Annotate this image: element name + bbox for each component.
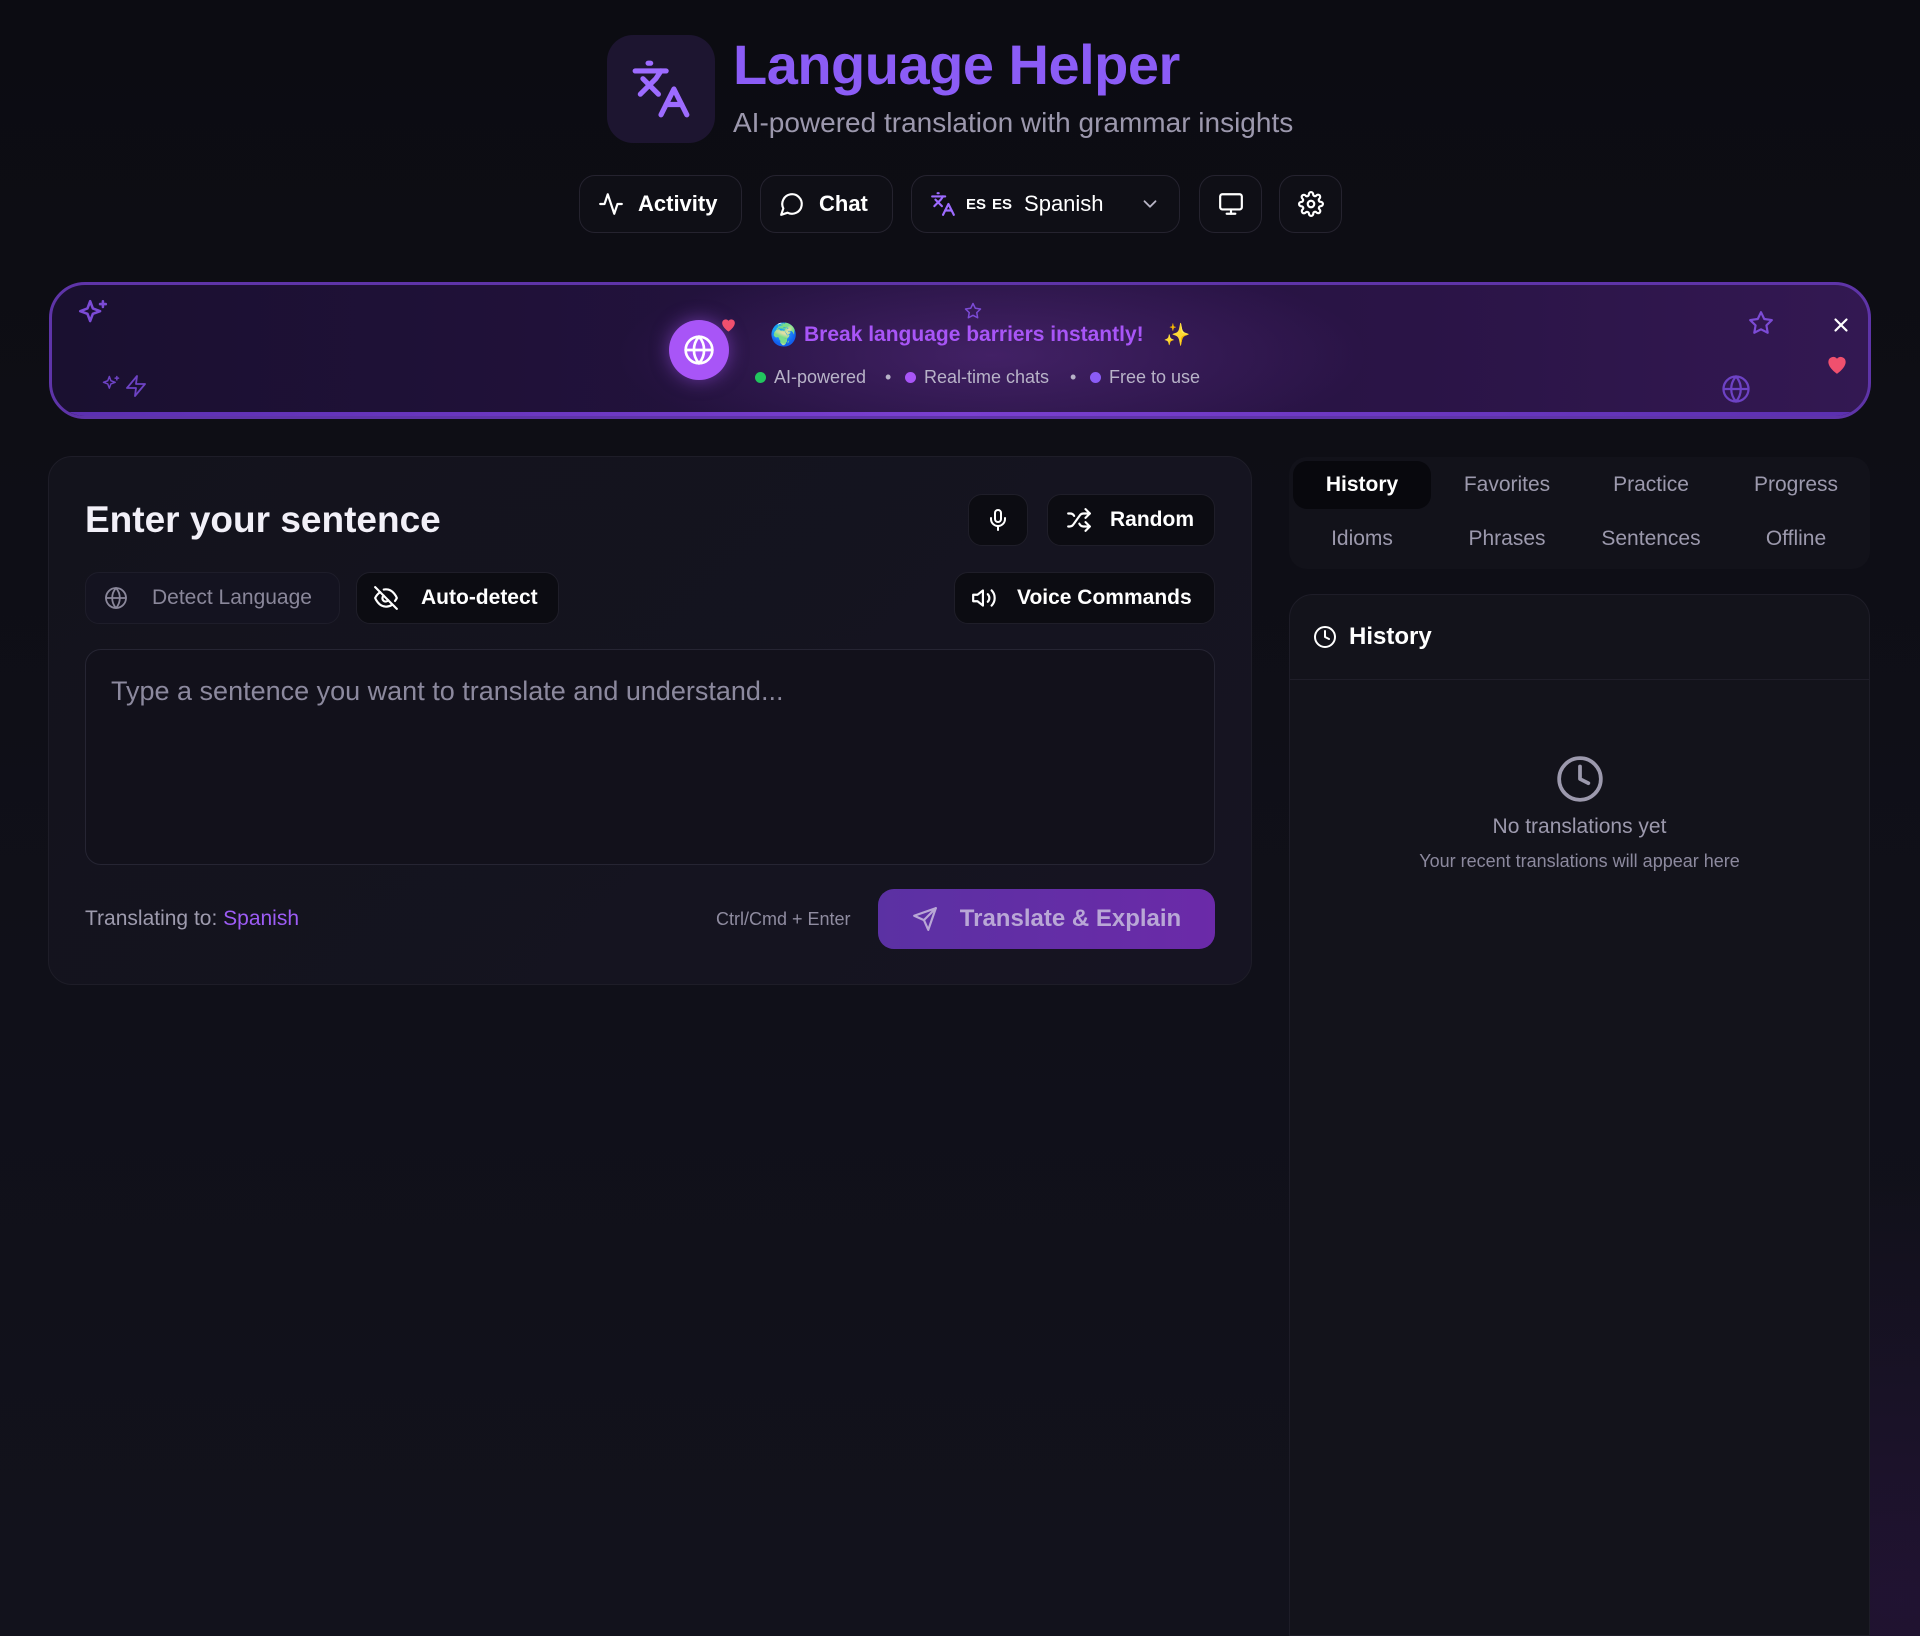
lightning-icon [126, 375, 146, 397]
close-icon[interactable] [1830, 314, 1852, 336]
app-logo [607, 35, 715, 143]
app-title: Language Helper [733, 33, 1180, 96]
clock-icon [1557, 756, 1603, 802]
separator-dot: • [1070, 367, 1077, 387]
chat-button[interactable]: Chat [760, 175, 893, 233]
display-mode-button[interactable] [1199, 175, 1262, 233]
chat-label: Chat [819, 191, 868, 216]
chevron-down-icon [1143, 200, 1157, 208]
banner-underline [52, 412, 1868, 416]
sidebar-tabs: History Favorites Practice Progress Idio… [1289, 457, 1870, 569]
translating-to: Translating to: Spanish [85, 905, 299, 933]
status-dot [755, 371, 766, 383]
chat-bubble-icon [780, 193, 803, 216]
tab-practice[interactable]: Practice [1582, 461, 1720, 509]
detect-language-label: Detect Language [152, 586, 312, 609]
voice-commands-label: Voice Commands [1017, 586, 1192, 609]
language-select[interactable]: ES ES Spanish [911, 175, 1180, 233]
activity-label: Activity [638, 191, 718, 216]
detect-language-button[interactable]: Detect Language [85, 572, 340, 624]
input-card-title: Enter your sentence [85, 499, 441, 540]
keyboard-shortcut-hint: Ctrl/Cmd + Enter [716, 909, 851, 929]
microphone-button[interactable] [968, 494, 1028, 546]
status-dot [905, 371, 916, 383]
banner-feature-label: AI-powered [774, 367, 867, 387]
tab-phrases[interactable]: Phrases [1438, 515, 1576, 563]
tab-progress[interactable]: Progress [1727, 461, 1865, 509]
globe-icon [684, 335, 714, 365]
activity-button[interactable]: Activity [579, 175, 742, 233]
tab-favorites[interactable]: Favorites [1438, 461, 1576, 509]
app-subtitle: AI-powered translation with grammar insi… [733, 107, 1294, 138]
auto-detect-label: Auto-detect [421, 586, 538, 609]
activity-icon [599, 193, 623, 215]
language-code-flag: ES [966, 195, 987, 213]
random-button[interactable]: Random [1047, 494, 1215, 546]
translate-explain-label: Translate & Explain [959, 905, 1182, 932]
sparkle-emoji: ✨ [1163, 322, 1191, 347]
earth-emoji: 🌍 [770, 322, 798, 347]
star-icon [1749, 311, 1773, 334]
random-label: Random [1110, 508, 1194, 531]
heart-icon [1828, 356, 1846, 374]
settings-button[interactable] [1279, 175, 1342, 233]
eye-off-icon [374, 586, 398, 610]
translate-icon [632, 60, 690, 118]
banner-feature-ai: AI-powered [755, 365, 866, 389]
tab-history[interactable]: History [1293, 461, 1431, 509]
send-icon [912, 907, 937, 931]
translating-prefix: Translating to: [85, 907, 218, 930]
tab-sentences[interactable]: Sentences [1582, 515, 1720, 563]
tab-offline[interactable]: Offline [1727, 515, 1865, 563]
empty-state-subtitle: Your recent translations will appear her… [1419, 851, 1740, 871]
history-header: History [1290, 595, 1869, 680]
banner-feature-label: Free to use [1109, 367, 1201, 387]
speaker-icon [972, 589, 996, 607]
globe-icon [105, 587, 127, 609]
banner-feature-chats: Real-time chats [905, 365, 1049, 389]
banner-feature-free: Free to use [1090, 365, 1200, 389]
sparkles-small-icon [102, 375, 120, 389]
language-code: ES [992, 195, 1013, 213]
heart-icon [722, 319, 735, 332]
history-title: History [1349, 623, 1432, 650]
monitor-icon [1218, 193, 1243, 215]
sentence-input[interactable] [85, 649, 1215, 865]
translate-explain-button[interactable]: Translate & Explain [878, 889, 1215, 949]
separator-dot: • [885, 367, 892, 387]
empty-state-title: No translations yet [1492, 815, 1667, 838]
microphone-icon [990, 509, 1006, 531]
clock-icon [1314, 626, 1336, 648]
status-dot [1090, 371, 1101, 383]
star-small-icon [964, 302, 982, 319]
tab-idioms[interactable]: Idioms [1293, 515, 1431, 563]
shuffle-icon [1067, 508, 1091, 532]
sparkles-icon [78, 299, 108, 323]
voice-commands-button[interactable]: Voice Commands [954, 572, 1215, 624]
banner-feature-label: Real-time chats [924, 367, 1050, 387]
translate-icon [931, 192, 955, 216]
translating-language: Spanish [223, 907, 300, 930]
promo-banner: 🌍 Break language barriers instantly! ✨ A… [49, 282, 1871, 419]
banner-title: Break language barriers instantly! [804, 323, 1144, 346]
gear-icon [1297, 191, 1324, 217]
language-label: Spanish [1024, 191, 1104, 216]
auto-detect-toggle[interactable]: Auto-detect [356, 572, 559, 624]
globe-outline-icon [1722, 375, 1750, 403]
history-panel: History No translations yet Your recent … [1289, 594, 1870, 1636]
